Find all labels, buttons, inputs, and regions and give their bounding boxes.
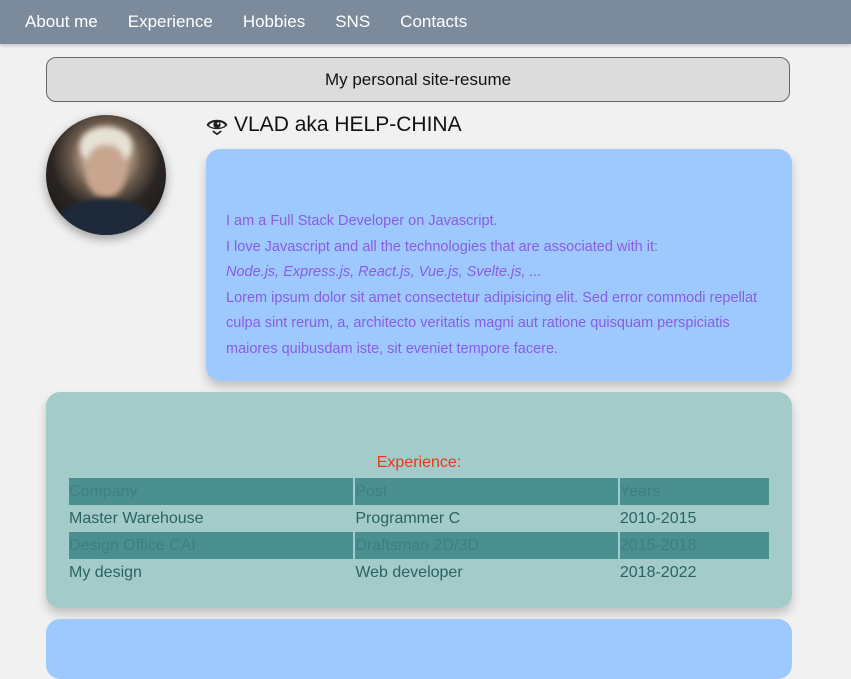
about-line-1: I am a Full Stack Developer on Javascrip…	[226, 213, 498, 229]
about-card: I am a Full Stack Developer on Javascrip…	[206, 149, 792, 381]
table-row: Design Office CAI Draftsman 2D/3D 2015-2…	[69, 532, 769, 559]
table-header-years: Years	[619, 478, 769, 505]
table-cell: Draftsman 2D/3D	[355, 532, 618, 559]
experience-title: Experience:	[376, 454, 462, 471]
page-title-text: My personal site-resume	[324, 69, 512, 89]
eye-icon	[206, 114, 228, 136]
nav-sns[interactable]: SNS	[335, 12, 370, 32]
page-title: My personal site-resume	[46, 57, 790, 102]
experience-card: Experience: Company Post Years Master Wa…	[46, 392, 792, 608]
table-cell: Programmer C	[355, 509, 461, 527]
table-cell: 2010-2015	[619, 509, 697, 527]
table-header-company: Company	[69, 478, 354, 505]
about-line-2: I love Javascript and all the technologi…	[226, 238, 659, 255]
table-cell: Design Office CAI	[69, 532, 354, 559]
table-cell: 2015-2018	[619, 532, 769, 559]
nav-about-me[interactable]: About me	[25, 12, 98, 32]
table-header-row: Company Post Years	[69, 478, 769, 505]
table-cell: 2018-2022	[619, 563, 697, 581]
nav-contacts[interactable]: Contacts	[400, 12, 467, 32]
table-cell: My design	[69, 563, 142, 581]
profile-name: VLAD aka HELP-CHINA	[234, 113, 462, 136]
table-cell: Web developer	[355, 563, 463, 581]
profile-name-row: VLAD aka HELP-CHINA	[206, 113, 462, 137]
next-section-card	[46, 619, 792, 679]
table-cell: Master Warehouse	[69, 509, 204, 527]
about-techs: Node.js, Express.js, React.js, Vue.js, S…	[226, 264, 542, 280]
avatar	[46, 115, 166, 235]
experience-table: Company Post Years Master Warehouse Prog…	[67, 478, 771, 586]
table-row: My design Web developer 2018-2022	[69, 559, 769, 586]
nav-hobbies[interactable]: Hobbies	[243, 12, 305, 32]
table-row: Master Warehouse Programmer C 2010-2015	[69, 505, 769, 532]
about-lorem: Lorem ipsum dolor sit amet consectetur a…	[226, 289, 758, 357]
nav-experience[interactable]: Experience	[128, 12, 213, 32]
table-header-post: Post	[355, 478, 618, 505]
top-nav: About me Experience Hobbies SNS Contacts	[0, 0, 851, 44]
